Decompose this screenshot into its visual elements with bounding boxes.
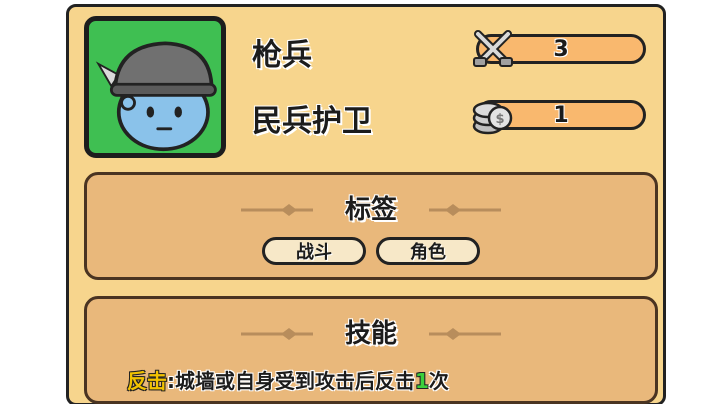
ornament-right-icon: [429, 204, 501, 216]
svg-text:$: $: [495, 112, 504, 127]
attack-value: 3: [553, 36, 569, 62]
unit-subtitle: 民兵护卫: [252, 104, 372, 139]
spearman-portrait-icon: [95, 41, 217, 152]
tags-panel: 标签 战斗 角色: [84, 172, 658, 280]
skill-count: 1: [415, 369, 429, 393]
skill-name: 反击: [127, 369, 167, 393]
skill-description-line: 反击:城墙或自身受到攻击后反击1次: [127, 365, 449, 394]
tags-list: 战斗 角色: [87, 237, 655, 265]
tag-combat[interactable]: 战斗: [262, 237, 366, 265]
tag-character[interactable]: 角色: [376, 237, 480, 265]
skill-suffix: 次: [428, 369, 449, 393]
skill-separator: :: [167, 369, 175, 393]
unit-portrait: [84, 16, 226, 158]
unit-name: 枪兵: [252, 38, 312, 73]
ornament-right-icon: [429, 328, 501, 340]
crossed-swords-icon: [473, 30, 513, 67]
skills-title: 技能: [344, 319, 397, 349]
cost-value: 1: [553, 102, 569, 128]
tags-title: 标签: [344, 195, 397, 225]
skill-description: 城墙或自身受到攻击后反击: [175, 369, 415, 393]
skills-panel: 技能 反击:城墙或自身受到攻击后反击1次: [84, 296, 658, 404]
coin-stack-icon: $: [472, 101, 513, 135]
